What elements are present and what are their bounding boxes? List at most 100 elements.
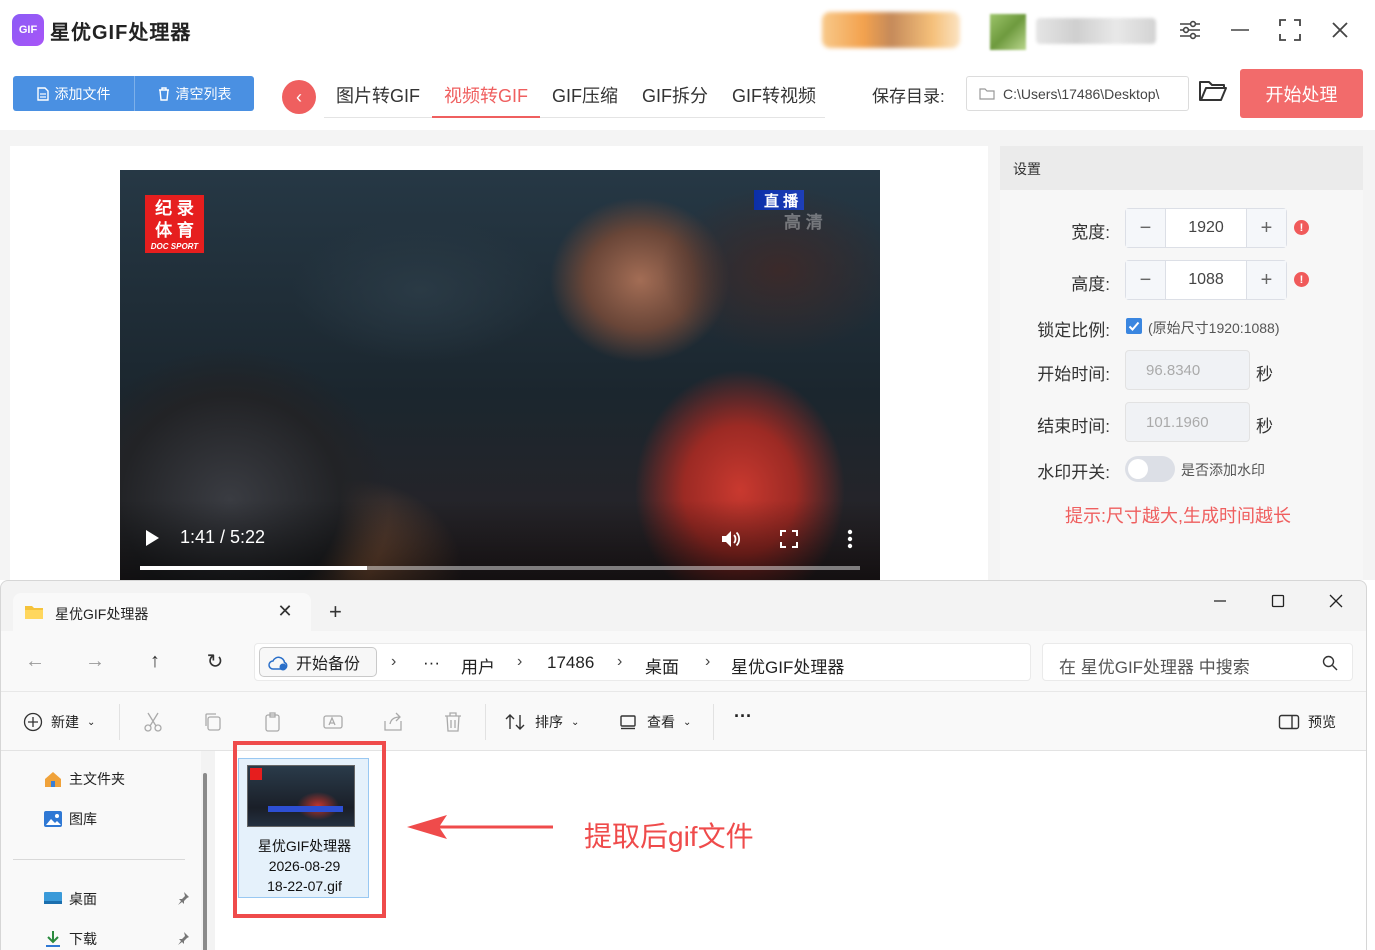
sidebar-divider (13, 859, 185, 860)
sidebar-item-home[interactable]: 主文件夹 (43, 769, 125, 789)
view-button[interactable]: 查看 ⌄ (619, 712, 691, 732)
breadcrumb-chevron-icon: › (617, 653, 623, 670)
explorer-command-bar: 新建 ⌄ 排序 ⌄ 查看 ⌄ ··· 预览 (1, 691, 1366, 751)
sort-label: 排序 (535, 714, 563, 730)
share-icon[interactable] (382, 711, 404, 733)
breadcrumb-users[interactable]: 用户 (461, 653, 495, 678)
explorer-content-area (215, 751, 1366, 950)
height-increment-button[interactable]: + (1246, 261, 1286, 299)
start-process-button[interactable]: 开始处理 (1240, 69, 1363, 118)
sidebar-item-label: 图库 (69, 811, 97, 827)
sidebar-scrollbar[interactable] (203, 773, 207, 950)
tab-gif-to-video[interactable]: GIF转视频 (720, 70, 828, 118)
new-label: 新建 (51, 714, 79, 730)
volume-icon[interactable] (720, 528, 742, 550)
sidebar-item-desktop[interactable]: 桌面 (43, 889, 97, 909)
lock-ratio-label: 锁定比例: (1037, 321, 1110, 340)
trash-icon (158, 86, 169, 101)
video-progress-bar[interactable] (140, 566, 860, 570)
breadcrumb-17486[interactable]: 17486 (547, 653, 594, 673)
height-value[interactable]: 1088 (1166, 261, 1246, 299)
explorer-minimize-icon[interactable] (1205, 589, 1235, 613)
tab-close-icon[interactable]: ✕ (275, 601, 295, 622)
video-controls: 1:41 / 5:22 (120, 500, 880, 580)
end-time-label: 结束时间: (1037, 417, 1110, 436)
watermark-toggle[interactable] (1125, 456, 1175, 482)
preview-pane-button[interactable]: 预览 (1278, 712, 1336, 732)
blurred-avatar (990, 14, 1026, 50)
width-decrement-button[interactable]: − (1126, 209, 1166, 247)
channel-logo-line1: 纪 录 (155, 199, 194, 218)
cmd-divider (119, 704, 120, 740)
up-arrow-icon[interactable]: ↑ (141, 647, 169, 675)
preview-label: 预览 (1308, 714, 1336, 730)
clear-list-button[interactable]: 清空列表 (134, 76, 254, 111)
cut-icon[interactable] (142, 711, 164, 733)
new-tab-icon[interactable]: + (329, 599, 342, 625)
function-tabs: 图片转GIF 视频转GIF GIF压缩 GIF拆分 GIF转视频 (324, 70, 825, 118)
pin-icon[interactable] (176, 931, 190, 945)
height-decrement-button[interactable]: − (1126, 261, 1166, 299)
back-arrow-icon[interactable]: ← (21, 647, 49, 675)
start-time-input[interactable]: 96.8340 (1125, 350, 1250, 390)
watermark-text: 是否添加水印 (1181, 462, 1265, 478)
explorer-tab[interactable]: 星优GIF处理器 ✕ (13, 593, 311, 631)
end-time-input[interactable]: 101.1960 (1125, 402, 1250, 442)
width-value[interactable]: 1920 (1166, 209, 1246, 247)
cmd-divider (713, 704, 714, 740)
video-time: 1:41 / 5:22 (180, 527, 266, 547)
folder-icon (25, 606, 43, 619)
add-file-button[interactable]: 添加文件 (13, 76, 134, 111)
width-increment-button[interactable]: + (1246, 209, 1286, 247)
tab-video-to-gif[interactable]: 视频转GIF (432, 70, 540, 118)
end-time-unit: 秒 (1256, 417, 1273, 436)
copy-icon[interactable] (202, 711, 224, 733)
explorer-maximize-icon[interactable] (1263, 589, 1293, 613)
blurred-username (1036, 18, 1156, 44)
explorer-close-icon[interactable] (1321, 589, 1351, 613)
search-input[interactable]: 在 星优GIF处理器 中搜索 (1042, 643, 1353, 681)
chevron-left-icon[interactable]: ‹ (282, 80, 316, 114)
fullscreen-icon[interactable] (780, 530, 798, 548)
play-icon[interactable] (146, 530, 159, 546)
annotation-arrow-icon (407, 815, 553, 839)
lock-ratio-checkbox[interactable] (1126, 318, 1142, 334)
rename-icon[interactable] (322, 711, 344, 733)
forward-arrow-icon[interactable]: → (81, 647, 109, 675)
breadcrumb-current-folder[interactable]: 星优GIF处理器 (731, 653, 844, 678)
height-stepper[interactable]: − 1088 + (1125, 260, 1287, 300)
minimize-icon[interactable] (1222, 14, 1258, 46)
settings-sliders-icon[interactable] (1172, 14, 1208, 46)
download-icon (46, 931, 60, 947)
new-button[interactable]: 新建 ⌄ (23, 712, 95, 732)
close-icon[interactable] (1322, 14, 1358, 46)
sort-button[interactable]: 排序 ⌄ (505, 712, 579, 732)
breadcrumb-more[interactable]: ··· (423, 653, 440, 673)
maximize-icon[interactable] (1272, 14, 1308, 46)
video-player[interactable]: 纪 录 体 育 DOC SPORT 直 播 高 清 1:41 / 5:22 (120, 170, 880, 580)
save-dir-label: 保存目录: (872, 87, 945, 106)
start-backup-button[interactable]: 开始备份 (259, 647, 377, 677)
watermark-label: 水印开关: (1037, 463, 1110, 482)
view-icon (620, 715, 636, 730)
sidebar-item-gallery[interactable]: 图库 (43, 809, 97, 829)
address-bar[interactable]: 开始备份 › ··· 用户 › 17486 › 桌面 › 星优GIF处理器 (254, 643, 1031, 681)
more-vertical-icon[interactable] (844, 528, 856, 550)
width-stepper[interactable]: − 1920 + (1125, 208, 1287, 248)
pin-icon[interactable] (176, 891, 190, 905)
tab-image-to-gif[interactable]: 图片转GIF (324, 70, 432, 118)
sidebar-item-downloads[interactable]: 下载 (43, 929, 97, 949)
delete-icon[interactable] (442, 711, 464, 733)
open-folder-icon[interactable] (1198, 78, 1230, 110)
more-options-button[interactable]: ··· (734, 706, 752, 727)
save-path-input[interactable]: C:\Users\17486\Desktop\ (966, 76, 1189, 111)
refresh-icon[interactable]: ↻ (201, 647, 229, 675)
paste-icon[interactable] (262, 711, 284, 733)
tab-gif-compress[interactable]: GIF压缩 (540, 70, 630, 118)
channel-logo-line2: 体 育 (155, 221, 194, 240)
chevron-down-icon: ⌄ (683, 716, 692, 728)
cmd-divider (485, 704, 486, 740)
breadcrumb-desktop[interactable]: 桌面 (645, 653, 679, 678)
backup-label: 开始备份 (296, 656, 361, 673)
tab-gif-split[interactable]: GIF拆分 (630, 70, 720, 118)
